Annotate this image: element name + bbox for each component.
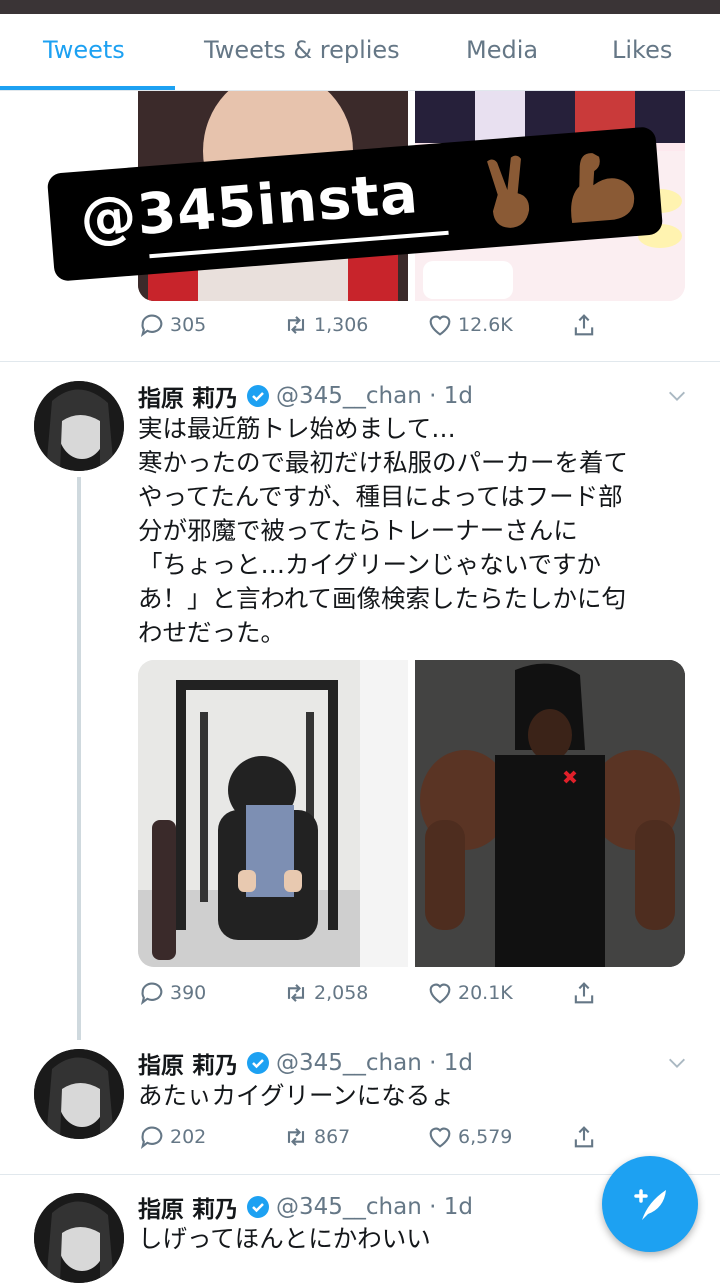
user-handle[interactable]: @345__chan · 1d	[276, 383, 473, 409]
status-bar	[0, 0, 720, 14]
display-name[interactable]: 指原 莉乃	[138, 379, 238, 413]
tweet-text-line: 実は最近筋トレ始めまして…	[138, 414, 456, 443]
tweet-image-bodybuilder[interactable]	[415, 660, 685, 967]
heart-icon	[429, 1127, 451, 1148]
tweet-header: 指原 莉乃 @345__chan · 1d	[138, 1046, 473, 1080]
heart-icon	[429, 315, 451, 336]
retweet-button[interactable]: 867	[282, 1123, 350, 1151]
avatar[interactable]	[34, 1193, 124, 1283]
share-button[interactable]	[570, 311, 598, 339]
share-icon	[574, 982, 594, 1004]
tweet-text-line: 寒かったので最初だけ私服のパーカーを着て	[138, 448, 628, 477]
retweet-count: 1,306	[314, 314, 369, 336]
tweet-header: 指原 莉乃 @345__chan · 1d	[138, 379, 473, 413]
tweet-actions: 202 867 6,579	[138, 1123, 618, 1159]
tab-likes[interactable]: Likes	[612, 36, 672, 64]
tweet-divider	[0, 361, 720, 362]
heart-icon	[429, 983, 451, 1004]
tweet-text-line: やってたんですが、種目によってはフード部	[138, 482, 623, 511]
reply-button[interactable]: 202	[138, 1123, 206, 1151]
retweet-count: 2,058	[314, 982, 369, 1004]
reply-count: 390	[170, 982, 207, 1004]
reply-button[interactable]: 305	[138, 311, 206, 339]
avatar[interactable]	[34, 1049, 124, 1139]
like-button[interactable]: 6,579	[426, 1123, 512, 1151]
share-button[interactable]	[570, 979, 598, 1007]
like-count: 6,579	[458, 1126, 513, 1148]
retweet-icon	[287, 316, 305, 334]
user-handle[interactable]: @345__chan · 1d	[276, 1194, 473, 1220]
reply-icon	[140, 1126, 163, 1149]
compose-tweet-button[interactable]	[602, 1156, 698, 1252]
tweet-text-line: あ！」と言われて画像検索したらたしかに匂	[138, 584, 627, 613]
retweet-count: 867	[314, 1126, 351, 1148]
like-button[interactable]: 12.6K	[426, 311, 513, 339]
flexed-biceps-icon	[571, 153, 635, 224]
tweet-actions: 390 2,058 20.1K	[138, 979, 618, 1015]
share-icon	[574, 314, 594, 336]
display-name[interactable]: 指原 莉乃	[138, 1190, 238, 1224]
like-button[interactable]: 20.1K	[426, 979, 513, 1007]
retweet-button[interactable]: 2,058	[282, 979, 368, 1007]
avatar-image	[34, 1193, 124, 1283]
compose-feather-icon	[634, 1189, 666, 1220]
reply-button[interactable]: 390	[138, 979, 206, 1007]
verified-badge-icon	[247, 1052, 270, 1074]
victory-hand-icon	[487, 155, 530, 228]
tweet-actions: 305 1,306 12.6K	[138, 311, 618, 347]
tweet-text-line: 「ちょっと…カイグリーンじゃないですか	[138, 550, 602, 579]
tweet-text-line: 分が邪魔で被ってたらトレーナーさんに	[138, 516, 578, 545]
tweet-text: あたぃカイグリーンになるょ	[138, 1081, 455, 1110]
thread-connector	[77, 477, 81, 1040]
reply-icon	[140, 314, 163, 337]
tab-tweets-and-replies[interactable]: Tweets & replies	[204, 36, 400, 64]
photo-image	[138, 660, 408, 967]
verified-badge-icon	[247, 1196, 270, 1218]
share-button[interactable]	[570, 1123, 598, 1151]
like-count: 20.1K	[458, 982, 513, 1004]
chevron-down-icon[interactable]	[666, 385, 688, 407]
retweet-icon	[287, 984, 305, 1002]
reply-icon	[140, 982, 163, 1005]
profile-tabs: Tweets Tweets & replies Media Likes	[0, 14, 720, 91]
reply-count: 202	[170, 1126, 207, 1148]
chevron-down-icon[interactable]	[666, 1052, 688, 1074]
tab-tweets[interactable]: Tweets	[43, 36, 125, 64]
avatar[interactable]	[34, 381, 124, 471]
share-icon	[574, 1126, 594, 1148]
like-count: 12.6K	[458, 314, 513, 336]
retweet-button[interactable]: 1,306	[282, 311, 368, 339]
tab-media[interactable]: Media	[466, 36, 538, 64]
reply-count: 305	[170, 314, 207, 336]
retweet-icon	[287, 1128, 305, 1146]
avatar-image	[34, 381, 124, 471]
tweet-header: 指原 莉乃 @345__chan · 1d	[138, 1190, 473, 1224]
display-name[interactable]: 指原 莉乃	[138, 1046, 238, 1080]
tweet-text: 実は最近筋トレ始めまして… 寒かったので最初だけ私服のパーカーを着て やってたん…	[138, 412, 698, 650]
avatar-image	[34, 1049, 124, 1139]
tweet-image-gym-selfie[interactable]	[138, 660, 408, 967]
user-handle[interactable]: @345__chan · 1d	[276, 1050, 473, 1076]
active-tab-indicator	[0, 86, 175, 90]
tweet-text-line: わせだった。	[138, 618, 285, 647]
verified-badge-icon	[247, 385, 270, 407]
photo-image	[415, 660, 685, 967]
